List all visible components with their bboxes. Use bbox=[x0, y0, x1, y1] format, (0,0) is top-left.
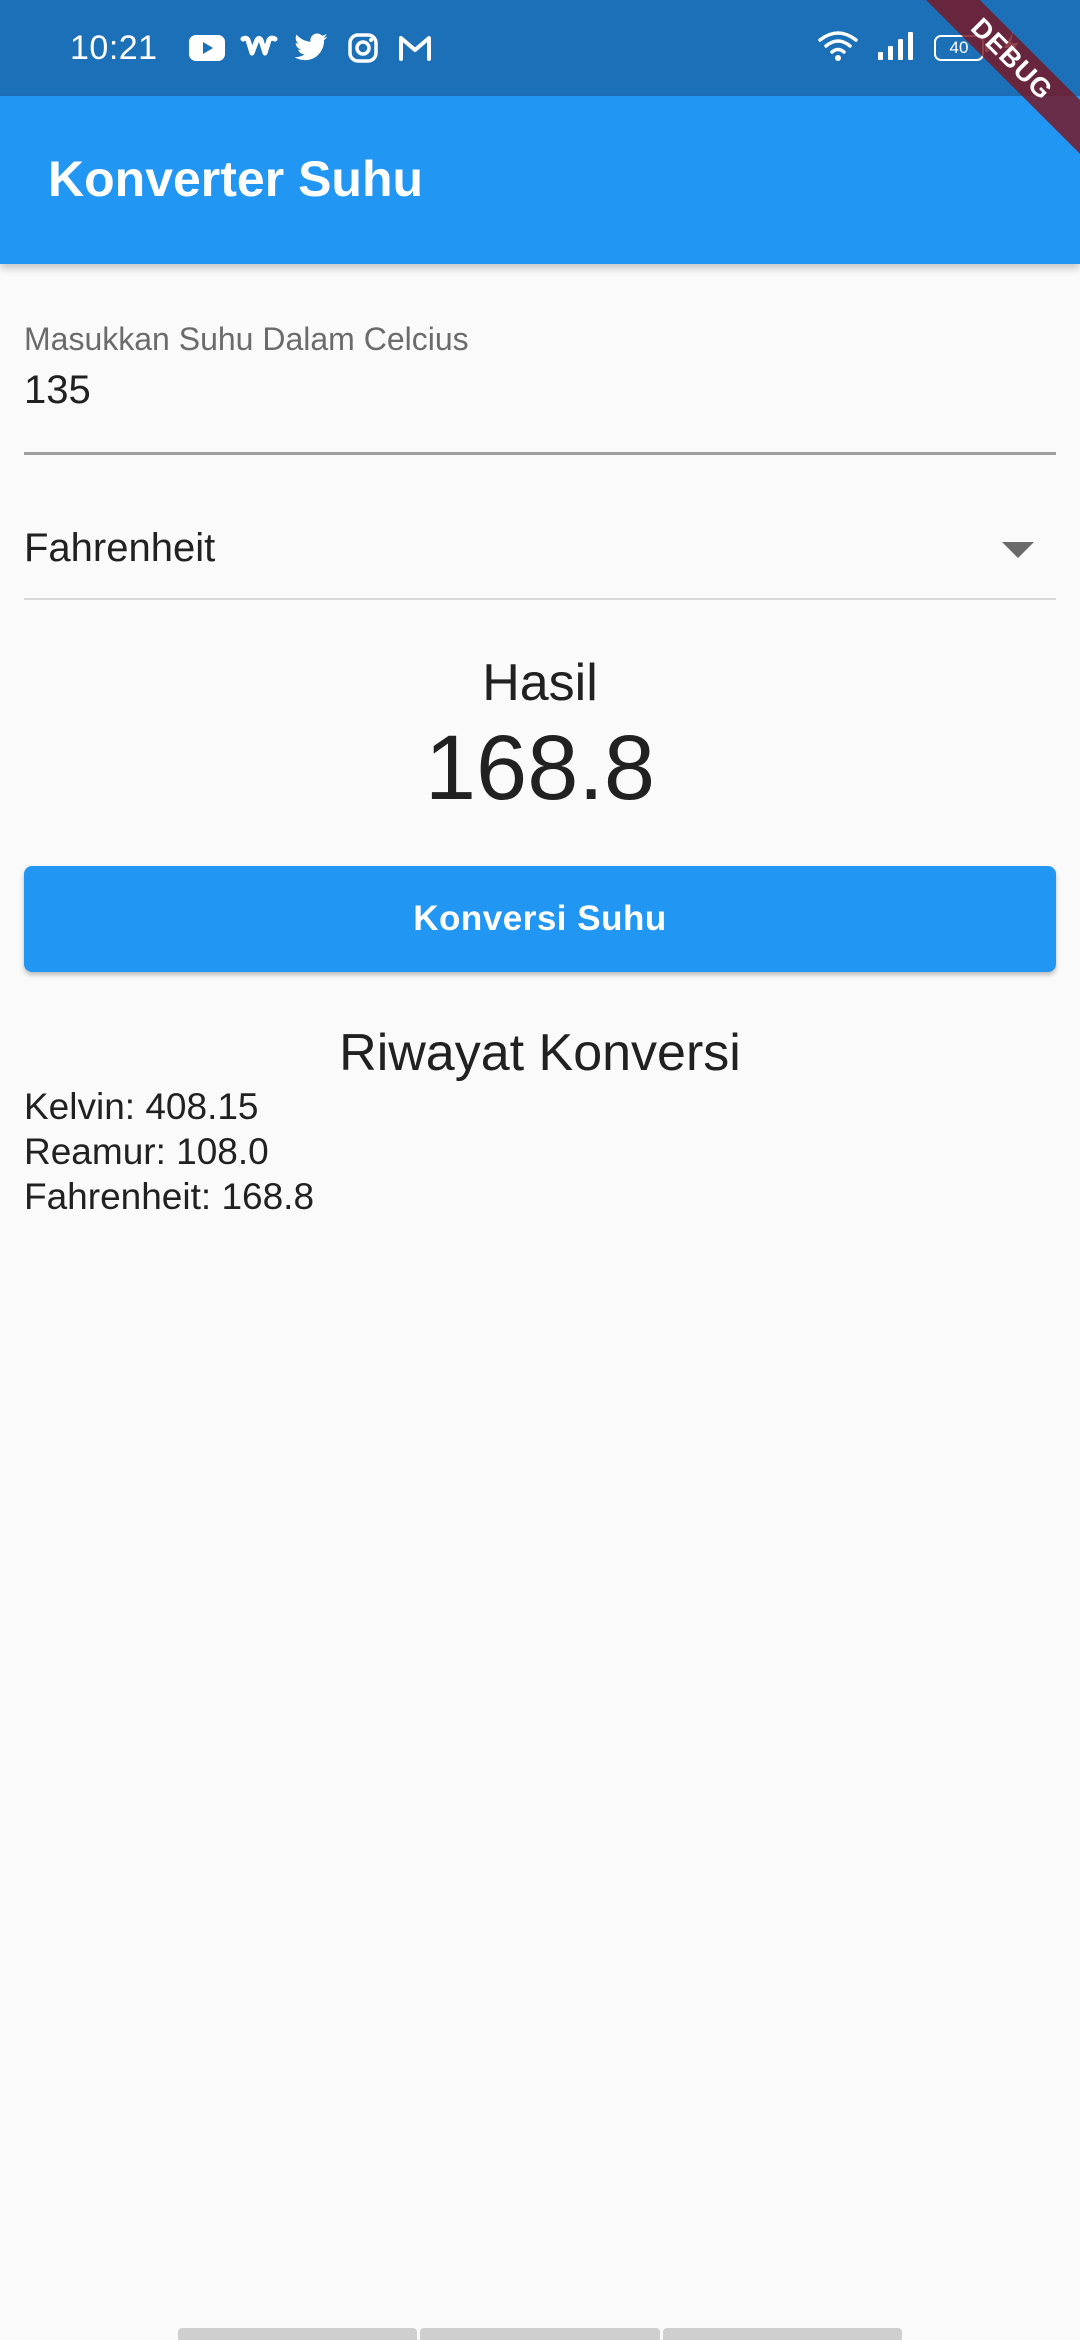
gesture-bar-left[interactable] bbox=[178, 2328, 418, 2340]
gesture-bar-right[interactable] bbox=[662, 2328, 902, 2340]
celsius-input[interactable] bbox=[24, 360, 1056, 420]
gmail-icon bbox=[396, 29, 434, 67]
wifi-icon bbox=[818, 30, 858, 67]
status-bar: 10:21 40 bbox=[0, 0, 1080, 96]
instagram-icon bbox=[344, 29, 382, 67]
celsius-input-field[interactable]: Masukkan Suhu Dalam Celcius bbox=[24, 300, 1056, 455]
page-title: Konverter Suhu bbox=[48, 151, 424, 207]
history-list: Kelvin: 408.15 Reamur: 108.0 Fahrenheit:… bbox=[24, 1084, 1056, 1219]
status-time: 10:21 bbox=[70, 29, 158, 67]
result-label: Hasil bbox=[482, 654, 598, 712]
youtube-icon bbox=[188, 29, 226, 67]
system-status: 40 bbox=[818, 26, 1020, 70]
notification-icons bbox=[188, 28, 434, 68]
history-item-reamur: Reamur: 108.0 bbox=[24, 1131, 269, 1172]
result-value: 168.8 bbox=[424, 717, 656, 819]
twitter-icon bbox=[292, 29, 330, 67]
history-item-kelvin: Kelvin: 408.15 bbox=[24, 1086, 259, 1127]
gesture-navigation-bar[interactable] bbox=[178, 2328, 902, 2340]
convert-button[interactable]: Konversi Suhu bbox=[24, 866, 1056, 972]
celsius-input-underline bbox=[24, 452, 1056, 455]
celsius-input-label: Masukkan Suhu Dalam Celcius bbox=[24, 321, 469, 357]
unit-dropdown[interactable]: Fahrenheit bbox=[24, 500, 1056, 600]
dropdown-arrow-icon bbox=[1002, 542, 1034, 558]
history-item-fahrenheit: Fahrenheit: 168.8 bbox=[24, 1176, 315, 1217]
cellular-signal-icon bbox=[876, 30, 916, 67]
wattpad-icon bbox=[240, 29, 278, 67]
app-bar: Konverter Suhu bbox=[0, 96, 1080, 264]
history-title: Riwayat Konversi bbox=[339, 1024, 741, 1082]
charging-bolt-icon bbox=[1002, 31, 1020, 66]
gesture-bar-center[interactable] bbox=[420, 2328, 660, 2340]
unit-dropdown-selected: Fahrenheit bbox=[24, 526, 216, 570]
battery-icon: 40 bbox=[934, 35, 989, 61]
